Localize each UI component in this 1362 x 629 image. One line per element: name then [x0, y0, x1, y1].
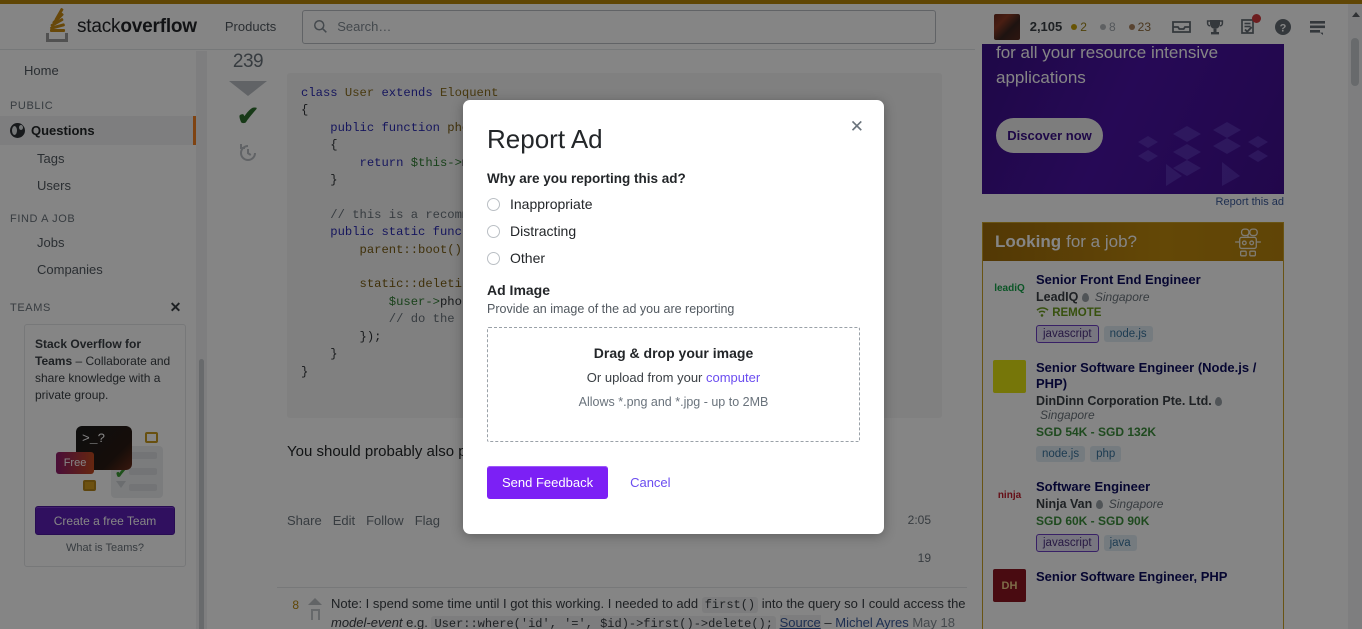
modal-actions: Send Feedback Cancel: [487, 466, 860, 499]
close-icon[interactable]: ✕: [850, 118, 864, 135]
cancel-button[interactable]: Cancel: [630, 475, 670, 490]
dropzone-or-text: Or upload from your: [586, 370, 706, 385]
dropzone-note: Allows *.png and *.jpg - up to 2MB: [578, 395, 769, 409]
radio-icon[interactable]: [487, 197, 500, 211]
ad-image-section-hint: Provide an image of the ad you are repor…: [487, 302, 735, 316]
radio-option-distracting[interactable]: Distracting: [487, 223, 860, 239]
dropzone-upload-line: Or upload from your computer: [488, 370, 859, 385]
radio-icon[interactable]: [487, 224, 500, 238]
ad-image-section-title: Ad Image: [487, 282, 551, 298]
radio-option-inappropriate[interactable]: Inappropriate: [487, 196, 860, 212]
image-dropzone[interactable]: Drag & drop your image Or upload from yo…: [487, 327, 860, 442]
report-ad-modal: ✕ Report Ad Why are you reporting this a…: [463, 100, 884, 534]
radio-label: Inappropriate: [510, 196, 593, 212]
modal-title: Report Ad: [487, 124, 603, 154]
radio-icon[interactable]: [487, 251, 500, 265]
send-feedback-button[interactable]: Send Feedback: [487, 466, 609, 499]
dropzone-title: Drag & drop your image: [593, 345, 754, 361]
radio-label: Distracting: [510, 223, 577, 239]
radio-option-other[interactable]: Other: [487, 250, 860, 266]
screen: stackoverflow Products Search… 2,105 2 8…: [0, 0, 1362, 629]
modal-question: Why are you reporting this ad?: [487, 171, 686, 186]
upload-from-computer-link[interactable]: computer: [706, 370, 760, 385]
radio-label: Other: [510, 250, 546, 266]
